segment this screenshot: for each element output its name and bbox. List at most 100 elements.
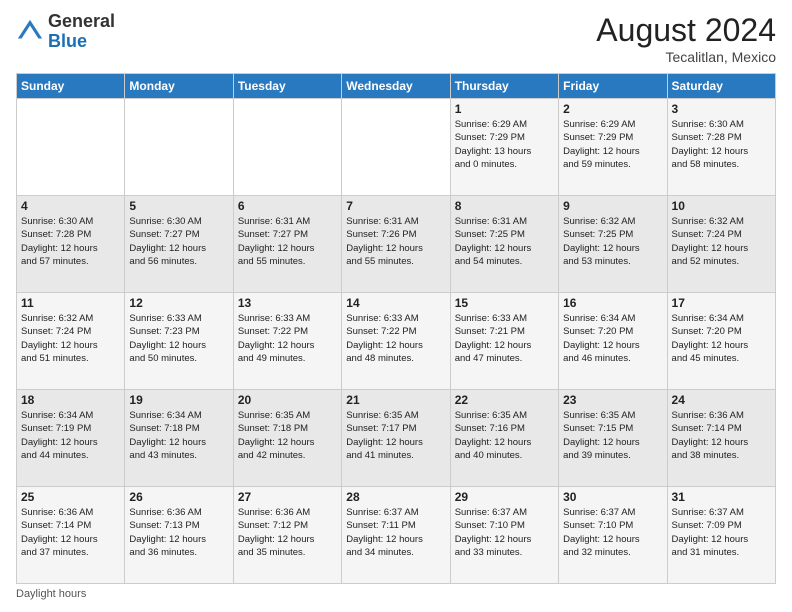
day-number: 30 [563,490,662,504]
day-info: Sunrise: 6:34 AMSunset: 7:20 PMDaylight:… [563,312,662,365]
logo-general: General [48,11,115,31]
calendar-cell: 28 Sunrise: 6:37 AMSunset: 7:11 PMDayligh… [342,487,450,584]
day-info: Sunrise: 6:37 AMSunset: 7:11 PMDaylight:… [346,506,445,559]
calendar-cell: 9 Sunrise: 6:32 AMSunset: 7:25 PMDaylight… [559,196,667,293]
calendar-cell: 1Sunrise: 6:29 AMSunset: 7:29 PMDaylight… [450,99,558,196]
calendar-cell: 8 Sunrise: 6:31 AMSunset: 7:25 PMDaylight… [450,196,558,293]
calendar-cell: 7 Sunrise: 6:31 AMSunset: 7:26 PMDaylight… [342,196,450,293]
day-number: 6 [238,199,337,213]
day-info: Sunrise: 6:34 AMSunset: 7:18 PMDaylight:… [129,409,228,462]
weekday-header-sunday: Sunday [17,74,125,99]
day-number: 27 [238,490,337,504]
calendar-cell: 18Sunrise: 6:34 AMSunset: 7:19 PMDayligh… [17,390,125,487]
title-block: August 2024 Tecalitlan, Mexico [596,12,776,65]
calendar-week-row: 1Sunrise: 6:29 AMSunset: 7:29 PMDaylight… [17,99,776,196]
day-info: Sunrise: 6:30 AMSunset: 7:28 PMDaylight:… [672,118,771,171]
location: Tecalitlan, Mexico [596,49,776,65]
calendar-cell: 13Sunrise: 6:33 AMSunset: 7:22 PMDayligh… [233,293,341,390]
day-number: 11 [21,296,120,310]
calendar-header: SundayMondayTuesdayWednesdayThursdayFrid… [17,74,776,99]
day-info: Sunrise: 6:32 AMSunset: 7:24 PMDaylight:… [672,215,771,268]
day-number: 17 [672,296,771,310]
calendar-cell: 24Sunrise: 6:36 AMSunset: 7:14 PMDayligh… [667,390,775,487]
calendar-cell [17,99,125,196]
calendar-cell: 31Sunrise: 6:37 AMSunset: 7:09 PMDayligh… [667,487,775,584]
calendar-cell: 30 Sunrise: 6:37 AMSunset: 7:10 PMDayligh… [559,487,667,584]
day-info: Sunrise: 6:31 AMSunset: 7:25 PMDaylight:… [455,215,554,268]
weekday-header-saturday: Saturday [667,74,775,99]
calendar-cell: 22 Sunrise: 6:35 AMSunset: 7:16 PMDayligh… [450,390,558,487]
day-info: Sunrise: 6:37 AMSunset: 7:10 PMDaylight:… [455,506,554,559]
day-info: Sunrise: 6:32 AMSunset: 7:24 PMDaylight:… [21,312,120,365]
day-number: 31 [672,490,771,504]
calendar-cell: 6 Sunrise: 6:31 AMSunset: 7:27 PMDaylight… [233,196,341,293]
day-number: 20 [238,393,337,407]
day-number: 4 [21,199,120,213]
calendar-week-row: 25Sunrise: 6:36 AMSunset: 7:14 PMDayligh… [17,487,776,584]
calendar-cell: 25Sunrise: 6:36 AMSunset: 7:14 PMDayligh… [17,487,125,584]
day-info: Sunrise: 6:35 AMSunset: 7:17 PMDaylight:… [346,409,445,462]
day-number: 15 [455,296,554,310]
day-number: 3 [672,102,771,116]
calendar-week-row: 4 Sunrise: 6:30 AMSunset: 7:28 PMDaylight… [17,196,776,293]
day-number: 10 [672,199,771,213]
logo-icon [16,18,44,46]
weekday-header-wednesday: Wednesday [342,74,450,99]
calendar-week-row: 18Sunrise: 6:34 AMSunset: 7:19 PMDayligh… [17,390,776,487]
day-info: Sunrise: 6:29 AMSunset: 7:29 PMDaylight:… [563,118,662,171]
calendar-week-row: 11 Sunrise: 6:32 AMSunset: 7:24 PMDayligh… [17,293,776,390]
day-number: 28 [346,490,445,504]
day-number: 23 [563,393,662,407]
day-info: Sunrise: 6:30 AMSunset: 7:28 PMDaylight:… [21,215,120,268]
calendar-cell [125,99,233,196]
day-number: 22 [455,393,554,407]
day-number: 5 [129,199,228,213]
day-info: Sunrise: 6:33 AMSunset: 7:21 PMDaylight:… [455,312,554,365]
calendar-cell: 23 Sunrise: 6:35 AMSunset: 7:15 PMDayligh… [559,390,667,487]
day-info: Sunrise: 6:36 AMSunset: 7:12 PMDaylight:… [238,506,337,559]
day-number: 18 [21,393,120,407]
day-number: 24 [672,393,771,407]
calendar-cell: 3 Sunrise: 6:30 AMSunset: 7:28 PMDaylight… [667,99,775,196]
day-info: Sunrise: 6:29 AMSunset: 7:29 PMDaylight:… [455,118,554,171]
logo-blue: Blue [48,31,87,51]
header: General Blue August 2024 Tecalitlan, Mex… [16,12,776,65]
day-info: Sunrise: 6:36 AMSunset: 7:14 PMDaylight:… [21,506,120,559]
day-info: Sunrise: 6:37 AMSunset: 7:10 PMDaylight:… [563,506,662,559]
day-info: Sunrise: 6:31 AMSunset: 7:26 PMDaylight:… [346,215,445,268]
day-number: 16 [563,296,662,310]
calendar-body: 1Sunrise: 6:29 AMSunset: 7:29 PMDaylight… [17,99,776,584]
day-info: Sunrise: 6:33 AMSunset: 7:22 PMDaylight:… [238,312,337,365]
calendar-cell: 27 Sunrise: 6:36 AMSunset: 7:12 PMDayligh… [233,487,341,584]
day-number: 14 [346,296,445,310]
calendar-cell: 29 Sunrise: 6:37 AMSunset: 7:10 PMDayligh… [450,487,558,584]
day-info: Sunrise: 6:33 AMSunset: 7:22 PMDaylight:… [346,312,445,365]
calendar-cell [342,99,450,196]
day-number: 7 [346,199,445,213]
weekday-header-monday: Monday [125,74,233,99]
calendar-table: SundayMondayTuesdayWednesdayThursdayFrid… [16,73,776,584]
day-number: 26 [129,490,228,504]
day-info: Sunrise: 6:35 AMSunset: 7:16 PMDaylight:… [455,409,554,462]
day-number: 2 [563,102,662,116]
day-number: 29 [455,490,554,504]
day-info: Sunrise: 6:35 AMSunset: 7:15 PMDaylight:… [563,409,662,462]
calendar-cell: 16 Sunrise: 6:34 AMSunset: 7:20 PMDayligh… [559,293,667,390]
day-number: 8 [455,199,554,213]
calendar-cell: 2 Sunrise: 6:29 AMSunset: 7:29 PMDaylight… [559,99,667,196]
footer: Daylight hours [16,588,776,600]
day-number: 9 [563,199,662,213]
day-info: Sunrise: 6:34 AMSunset: 7:20 PMDaylight:… [672,312,771,365]
logo-text: General Blue [48,12,115,52]
calendar-cell: 10 Sunrise: 6:32 AMSunset: 7:24 PMDayligh… [667,196,775,293]
calendar-cell: 17 Sunrise: 6:34 AMSunset: 7:20 PMDayligh… [667,293,775,390]
day-info: Sunrise: 6:31 AMSunset: 7:27 PMDaylight:… [238,215,337,268]
calendar-cell: 12Sunrise: 6:33 AMSunset: 7:23 PMDayligh… [125,293,233,390]
calendar-cell: 11 Sunrise: 6:32 AMSunset: 7:24 PMDayligh… [17,293,125,390]
calendar-cell: 15 Sunrise: 6:33 AMSunset: 7:21 PMDayligh… [450,293,558,390]
calendar-cell: 5 Sunrise: 6:30 AMSunset: 7:27 PMDaylight… [125,196,233,293]
weekday-header-row: SundayMondayTuesdayWednesdayThursdayFrid… [17,74,776,99]
day-info: Sunrise: 6:32 AMSunset: 7:25 PMDaylight:… [563,215,662,268]
calendar-cell: 26Sunrise: 6:36 AMSunset: 7:13 PMDayligh… [125,487,233,584]
day-info: Sunrise: 6:30 AMSunset: 7:27 PMDaylight:… [129,215,228,268]
